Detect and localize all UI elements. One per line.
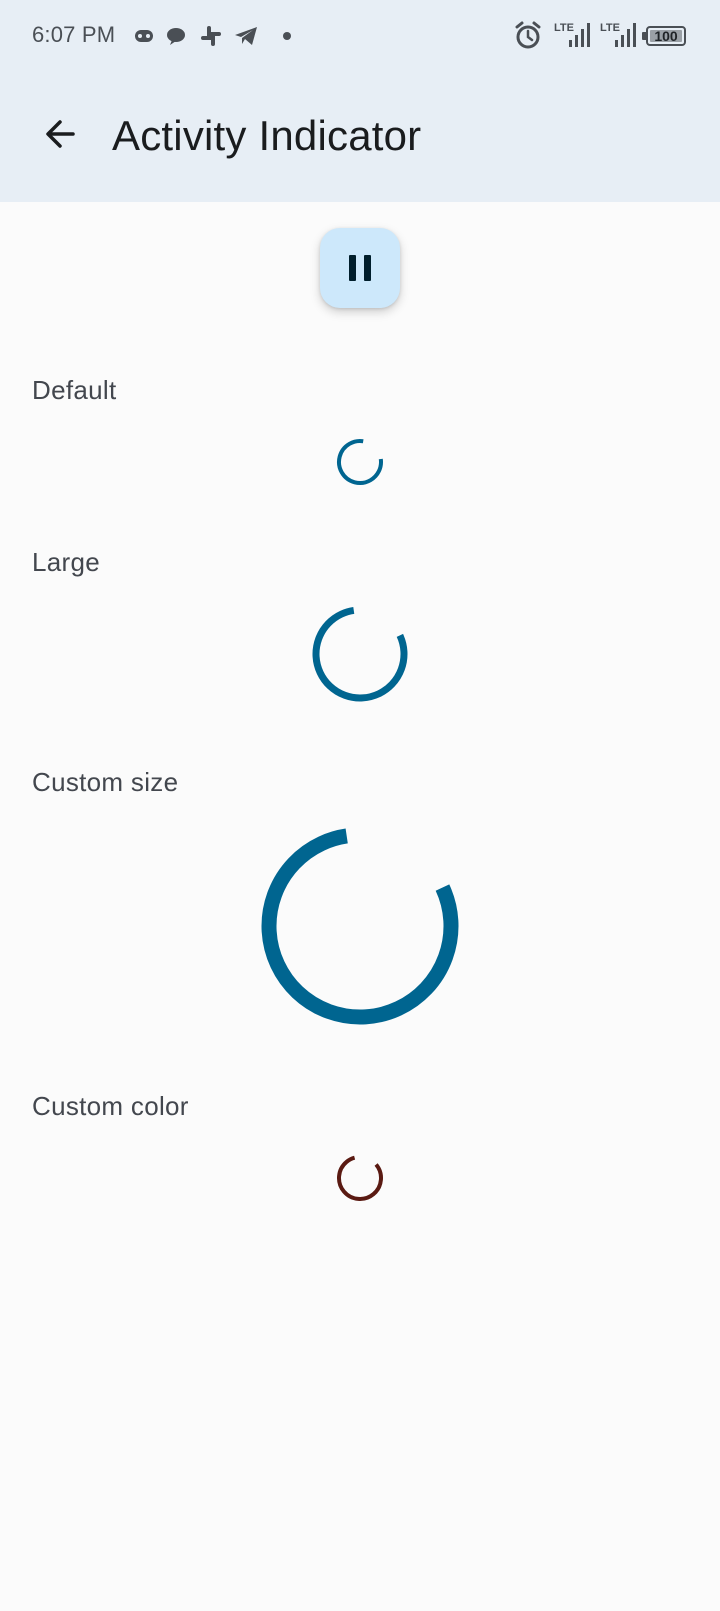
- battery-icon: 100: [646, 26, 686, 46]
- activity-indicator-large: [312, 606, 408, 702]
- section-label-custom-size: Custom size: [32, 767, 179, 797]
- page-title: Activity Indicator: [112, 112, 422, 159]
- status-time: 6:07 PM: [32, 22, 116, 47]
- pause-icon: [349, 255, 371, 281]
- chat-bubble-icon: [166, 22, 186, 50]
- gamepad-icon: [134, 22, 154, 50]
- signal-icon: [568, 20, 592, 52]
- activity-indicator-custom-size: [261, 827, 459, 1025]
- dot-icon: [282, 22, 292, 50]
- signal-icon: [614, 20, 638, 52]
- section-label-large: Large: [32, 547, 100, 577]
- telegram-icon: [234, 22, 258, 50]
- back-button[interactable]: [32, 106, 88, 162]
- arrow-back-icon: [46, 120, 75, 148]
- activity-indicator-default: [337, 439, 383, 485]
- battery-level: 100: [654, 28, 678, 44]
- section-label-default: Default: [32, 375, 117, 405]
- alarm-icon: [514, 20, 542, 52]
- section-label-custom-color: Custom color: [32, 1091, 189, 1121]
- slack-icon: [200, 22, 222, 50]
- status-bar: 6:07 PM LTE LTE 100: [0, 0, 720, 72]
- pause-button[interactable]: [320, 228, 400, 308]
- activity-indicator-custom-color: [337, 1155, 383, 1201]
- app-header: 6:07 PM LTE LTE 100 Activity Indicator: [0, 0, 720, 202]
